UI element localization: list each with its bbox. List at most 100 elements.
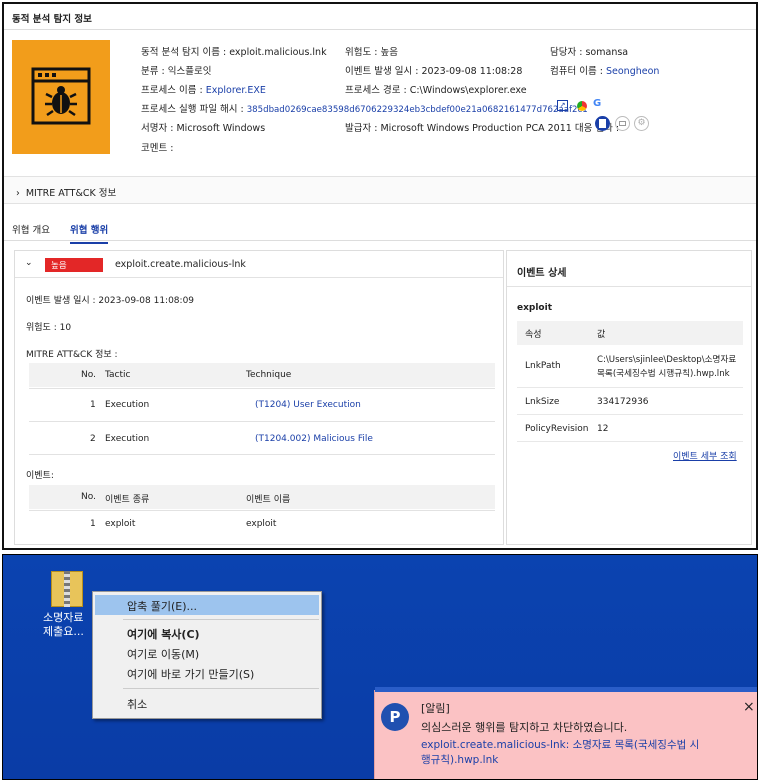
- events-col-no: No.: [81, 492, 96, 502]
- detail-row: LnkSize 334172936: [517, 388, 743, 415]
- signer-label: 서명자 :: [141, 123, 174, 134]
- events-heading: 이벤트:: [26, 471, 54, 481]
- menu-divider: [123, 688, 319, 689]
- time-value: 2023-09-08 11:08:28: [421, 66, 523, 77]
- menu-divider: [123, 619, 319, 620]
- google-icon[interactable]: G: [593, 98, 601, 109]
- mitre-technique-link[interactable]: (T1204) User Execution: [255, 400, 361, 410]
- class-label: 분류 :: [141, 66, 165, 77]
- menu-item-extract[interactable]: 압축 풀기(E)...: [127, 598, 197, 614]
- event-header[interactable]: ⌄ 높음 exploit.create.malicious-lnk: [15, 251, 503, 278]
- mitre-row-no: 1: [90, 400, 96, 410]
- owner-label: 담당자 :: [550, 47, 583, 58]
- hash-row: 프로세스 실행 파일 해시 : 385dbad0269cae83598d6706…: [141, 101, 588, 115]
- detection-name-value: exploit.malicious.lnk: [229, 47, 327, 58]
- detail-col-attr: 속성: [525, 330, 542, 340]
- tab-threat-behavior[interactable]: 위협 행위: [70, 222, 109, 244]
- issuer-row: 발급자 : Microsoft Windows Production PCA 2…: [345, 120, 619, 134]
- toast-detail-line2[interactable]: 행규칙).hwp.lnk: [421, 752, 498, 767]
- time-row: 이벤트 발생 일시 : 2023-09-08 11:08:28: [345, 63, 522, 77]
- tab-overview[interactable]: 위협 개요: [12, 222, 50, 236]
- menu-item-shortcut[interactable]: 여기에 바로 가기 만들기(S): [127, 666, 254, 682]
- event-detail-panel: 이벤트 상세 exploit 속성 값 LnkPath C:\Users\sji…: [506, 250, 752, 545]
- mitre-row-tactic: Execution: [105, 434, 150, 444]
- detail-value: C:\Users\sjinlee\Desktop\소명자료: [597, 355, 737, 365]
- context-menu: 압축 풀기(E)... 여기에 복사(C) 여기로 이동(M) 여기에 바로 가…: [92, 591, 322, 719]
- detail-key: PolicyRevision: [525, 424, 589, 434]
- detail-subtitle: exploit: [517, 303, 553, 313]
- path-value: C:\Windows\explorer.exe: [409, 85, 527, 96]
- computer-link[interactable]: Seongheon: [606, 66, 659, 77]
- desktop: 소명자료 제출요... 압축 풀기(E)... 여기에 복사(C) 여기로 이동…: [2, 554, 758, 780]
- monitor-response-icon[interactable]: [615, 116, 630, 131]
- row-divider: [29, 454, 495, 455]
- mitre-col-tactic: Tactic: [105, 370, 131, 380]
- detection-panel: 동적 분석 탐지 정보 동적 분석 탐지 이름 : exploit.malici…: [2, 2, 758, 550]
- chevron-right-icon: ›: [16, 188, 20, 199]
- signer-row: 서명자 : Microsoft Windows: [141, 120, 265, 134]
- toast-drag-bar[interactable]: [375, 687, 757, 692]
- zip-folder-icon[interactable]: [51, 567, 83, 607]
- detail-value: 12: [597, 424, 609, 434]
- events-col-kind: 이벤트 종류: [105, 495, 150, 505]
- detail-value: 334172936: [597, 397, 649, 407]
- class-row: 분류 : 익스플로잇: [141, 63, 211, 77]
- close-icon[interactable]: ×: [743, 699, 755, 715]
- tabs: 위협 개요 위협 행위: [4, 214, 756, 244]
- gear-response-icon[interactable]: ⚙: [634, 116, 649, 131]
- row-divider: [29, 388, 495, 389]
- detail-title: 이벤트 상세: [517, 268, 567, 279]
- risk-label: 위험도 :: [345, 47, 378, 58]
- path-row: 프로세스 경로 : C:\Windows\explorer.exe: [345, 82, 527, 96]
- detail-col-value: 값: [597, 330, 606, 340]
- toast-title: [알림]: [421, 702, 450, 715]
- risk-row: 위험도 : 높음: [345, 44, 398, 58]
- computer-label: 컴퓨터 이름 :: [550, 66, 603, 77]
- panel-title: 동적 분석 탐지 정보: [4, 4, 756, 30]
- detection-name-label: 동적 분석 탐지 이름 :: [141, 47, 227, 58]
- detail-key: LnkPath: [525, 361, 561, 371]
- issuer-label: 발급자 :: [345, 123, 378, 134]
- class-value: 익스플로잇: [167, 66, 212, 77]
- mitre-heading: MITRE ATT&CK 정보 :: [26, 350, 118, 360]
- menu-item-cancel[interactable]: 취소: [127, 696, 147, 712]
- detail-row: PolicyRevision 12: [517, 415, 743, 442]
- detail-row: LnkPath C:\Users\sjinlee\Desktop\소명자료 목록…: [517, 346, 743, 388]
- chrome-icon[interactable]: [577, 101, 587, 111]
- bug-window-icon: [31, 67, 91, 125]
- event-detail-link[interactable]: 이벤트 세부 조회: [673, 449, 737, 462]
- divider: [507, 286, 751, 287]
- toast-detail-line1[interactable]: exploit.create.malicious-lnk: 소명자료 목록(국세…: [421, 737, 699, 752]
- row-divider: [29, 510, 495, 511]
- external-link-icon[interactable]: ↗: [557, 100, 568, 111]
- hash-link[interactable]: 385dbad0269cae83598d6706229324eb3cbdef00…: [247, 105, 588, 115]
- menu-item-copy[interactable]: 여기에 복사(C): [127, 626, 200, 642]
- mitre-technique-link[interactable]: (T1204.002) Malicious File: [255, 434, 373, 444]
- menu-item-move[interactable]: 여기로 이동(M): [127, 646, 199, 662]
- event-panel: ⌄ 높음 exploit.create.malicious-lnk 이벤트 발생…: [14, 250, 504, 545]
- alert-toast: P [알림] 의심스러운 행위를 탐지하고 차단하였습니다. exploit.c…: [374, 687, 757, 779]
- event-time: 이벤트 발생 일시 : 2023-09-08 11:08:09: [26, 296, 195, 306]
- document-response-icon[interactable]: [595, 116, 610, 131]
- mitre-col-no: No.: [81, 370, 96, 380]
- owner-value: somansa: [585, 47, 629, 58]
- process-label: 프로세스 이름 :: [141, 85, 203, 96]
- owner-row: 담당자 : somansa: [550, 44, 628, 58]
- desktop-icon-label-line2: 제출요...: [43, 625, 84, 638]
- threat-tile: [12, 40, 110, 154]
- risk-value: 높음: [380, 47, 398, 58]
- toast-message: 의심스러운 행위를 탐지하고 차단하였습니다.: [421, 721, 628, 734]
- chevron-down-icon[interactable]: ⌄: [25, 258, 33, 268]
- comment-label: 코멘트 :: [141, 143, 174, 154]
- mitre-collapse-toggle[interactable]: › MITRE ATT&CK 정보: [4, 176, 756, 204]
- events-row-name: exploit: [246, 519, 277, 529]
- signer-value: Microsoft Windows: [176, 123, 266, 134]
- events-col-name: 이벤트 이름: [246, 495, 291, 505]
- issuer-value: Microsoft Windows Production PCA 2011: [380, 123, 572, 134]
- event-risk: 위험도 : 10: [26, 323, 72, 333]
- detail-table-header: 속성 값: [517, 321, 743, 345]
- mitre-row-no: 2: [90, 434, 96, 444]
- row-divider: [29, 421, 495, 422]
- process-link[interactable]: Explorer.EXE: [206, 85, 266, 96]
- mitre-row-tactic: Execution: [105, 400, 150, 410]
